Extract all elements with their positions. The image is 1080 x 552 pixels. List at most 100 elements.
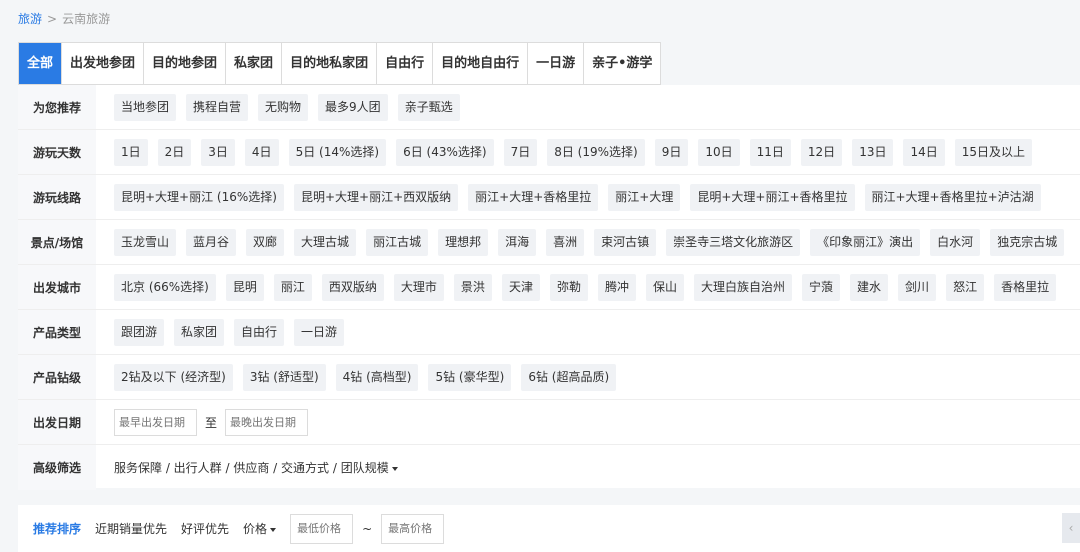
- filter-chip-city[interactable]: 怒江: [946, 273, 985, 301]
- filter-chip-recommend[interactable]: 携程自营: [186, 93, 249, 121]
- tab-destination-group[interactable]: 目的地参团: [144, 43, 227, 84]
- caret-down-icon: [391, 466, 398, 471]
- filter-chip-product-type[interactable]: 一日游: [294, 318, 345, 346]
- filter-chip-route[interactable]: 昆明+大理+丽江+西双版纳: [293, 183, 459, 211]
- filter-chip-recommend[interactable]: 当地参团: [114, 93, 177, 121]
- tab-all[interactable]: 全部: [19, 43, 63, 84]
- sort-good-reviews[interactable]: 好评优先: [181, 520, 229, 537]
- filter-row-days: 游玩天数 1日 2日 3日 4日 5日 (14%选择) 6日 (43%选择) 7日 8日 (1…: [18, 130, 1080, 175]
- filter-chip-route[interactable]: 丽江+大理: [608, 183, 681, 211]
- filter-chip-days[interactable]: 2日: [157, 138, 192, 166]
- tab-independent[interactable]: 自由行: [377, 43, 434, 84]
- breadcrumb: 旅游 > 云南旅游: [18, 10, 110, 27]
- filter-chip-days[interactable]: 10日: [698, 138, 740, 166]
- filter-label: 出发日期: [18, 400, 96, 444]
- filter-chip-route[interactable]: 丽江+大理+香格里拉: [468, 183, 599, 211]
- filter-chip-city[interactable]: 建水: [850, 273, 889, 301]
- filter-chip-spot[interactable]: 《印象丽江》演出: [810, 228, 921, 256]
- filter-chip-spot[interactable]: 洱海: [498, 228, 537, 256]
- tab-private-group[interactable]: 私家团: [226, 43, 283, 84]
- filter-chip-grade[interactable]: 5钻 (豪华型): [428, 363, 512, 391]
- filter-chip-route[interactable]: 昆明+大理+丽江+香格里拉: [690, 183, 855, 211]
- tab-departure-group[interactable]: 出发地参团: [62, 43, 145, 84]
- filter-chip-days[interactable]: 7日: [503, 138, 538, 166]
- filter-chip-product-type[interactable]: 跟团游: [114, 318, 165, 346]
- filter-chip-recommend[interactable]: 亲子甄选: [397, 93, 460, 121]
- filter-chip-spot[interactable]: 玉龙雪山: [114, 228, 177, 256]
- filter-chip-city[interactable]: 大理白族自治州: [694, 273, 793, 301]
- filter-label: 为您推荐: [18, 85, 96, 129]
- filter-chip-days[interactable]: 14日: [903, 138, 945, 166]
- advanced-filter-toggle[interactable]: 服务保障 / 出行人群 / 供应商 / 交通方式 / 团队规模: [114, 459, 398, 476]
- category-tabs: 全部 出发地参团 目的地参团 私家团 目的地私家团 自由行 目的地自由行 一日游…: [18, 42, 662, 85]
- filter-chip-spot[interactable]: 喜洲: [546, 228, 585, 256]
- filter-chip-days[interactable]: 1日: [114, 138, 148, 166]
- filter-chip-city[interactable]: 腾冲: [597, 273, 636, 301]
- filter-chip-city[interactable]: 宁蒗: [802, 273, 841, 301]
- filter-chip-recommend[interactable]: 最多9人团: [318, 93, 388, 121]
- filter-chip-product-type[interactable]: 私家团: [174, 318, 225, 346]
- filter-chip-days[interactable]: 8日 (19%选择): [547, 138, 645, 166]
- tab-destination-independent[interactable]: 目的地自由行: [433, 43, 529, 84]
- caret-down-icon: [270, 527, 277, 532]
- filter-label: 游玩线路: [18, 175, 96, 219]
- filter-chip-city[interactable]: 西双版纳: [321, 273, 384, 301]
- filter-chip-recommend[interactable]: 无购物: [258, 93, 309, 121]
- filter-chip-spot[interactable]: 崇圣寺三塔文化旅游区: [666, 228, 801, 256]
- max-price-input[interactable]: [381, 513, 445, 544]
- latest-date-input[interactable]: [225, 408, 309, 436]
- filter-chip-days[interactable]: 9日: [654, 138, 689, 166]
- earliest-date-input[interactable]: [114, 408, 197, 436]
- filter-row-departure: 出发城市 北京 (66%选择) 昆明 丽江 西双版纳 大理市 景洪 天津 弥勒 腾冲 保山 大理白族…: [18, 265, 1080, 310]
- sort-recommended[interactable]: 推荐排序: [33, 520, 81, 537]
- filter-chip-days[interactable]: 6日 (43%选择): [396, 138, 494, 166]
- tab-day-tour[interactable]: 一日游: [528, 43, 585, 84]
- filter-chip-city[interactable]: 北京 (66%选择): [114, 273, 216, 301]
- min-price-input[interactable]: [290, 513, 354, 544]
- sort-recent-sales[interactable]: 近期销量优先: [95, 520, 167, 537]
- filter-chip-days[interactable]: 12日: [800, 138, 843, 166]
- filter-chip-spot[interactable]: 双廊: [246, 228, 285, 256]
- tab-destination-private[interactable]: 目的地私家团: [282, 43, 378, 84]
- filter-chip-spot[interactable]: 白水河: [930, 228, 981, 256]
- filter-label: 景点/场馆: [18, 220, 96, 264]
- filter-chip-route[interactable]: 昆明+大理+丽江 (16%选择): [114, 183, 284, 211]
- filter-chip-city[interactable]: 昆明: [225, 273, 264, 301]
- date-range-separator: 至: [205, 415, 218, 430]
- filter-chip-spot[interactable]: 理想邦: [438, 228, 489, 256]
- filter-chip-days[interactable]: 13日: [852, 138, 894, 166]
- filter-chip-spot[interactable]: 丽江古城: [366, 228, 429, 256]
- filter-chip-grade[interactable]: 3钻 (舒适型): [242, 363, 326, 391]
- filter-row-date: 出发日期 至: [18, 400, 1080, 445]
- breadcrumb-link-travel[interactable]: 旅游: [18, 12, 42, 26]
- filter-chip-city[interactable]: 剑川: [898, 273, 937, 301]
- filter-chip-days[interactable]: 11日: [749, 138, 791, 166]
- filter-chip-grade[interactable]: 2钻及以下 (经济型): [114, 363, 233, 391]
- filter-chip-city[interactable]: 大理市: [393, 273, 444, 301]
- filter-chip-route[interactable]: 丽江+大理+香格里拉+泸沽湖: [864, 183, 1041, 211]
- chevron-left-icon[interactable]: ‹: [1062, 513, 1080, 543]
- tab-family-study[interactable]: 亲子•游学: [584, 43, 662, 84]
- filter-chip-days[interactable]: 4日: [244, 138, 279, 166]
- filter-chip-spot[interactable]: 束河古镇: [594, 228, 657, 256]
- filter-chip-days[interactable]: 5日 (14%选择): [288, 138, 387, 166]
- filter-chip-city[interactable]: 景洪: [453, 273, 492, 301]
- filter-label: 产品类型: [18, 310, 96, 354]
- filter-chip-grade[interactable]: 6钻 (超高品质): [521, 363, 617, 391]
- filter-chip-city[interactable]: 香格里拉: [994, 273, 1057, 301]
- filter-chip-spot[interactable]: 独克宗古城: [990, 228, 1065, 256]
- filter-chip-days[interactable]: 3日: [201, 138, 235, 166]
- filter-chip-days[interactable]: 15日及以上: [954, 138, 1033, 166]
- filter-chip-grade[interactable]: 4钻 (高档型): [335, 363, 419, 391]
- filter-chip-city[interactable]: 丽江: [273, 273, 312, 301]
- sort-price[interactable]: 价格: [243, 520, 277, 537]
- filter-chip-city[interactable]: 弥勒: [549, 273, 588, 301]
- filter-chip-spot[interactable]: 蓝月谷: [186, 228, 237, 256]
- filter-chip-product-type[interactable]: 自由行: [234, 318, 285, 346]
- filter-chip-spot[interactable]: 大理古城: [294, 228, 357, 256]
- filter-chip-city[interactable]: 天津: [501, 273, 540, 301]
- filter-label: 高级筛选: [18, 445, 96, 490]
- filter-label: 产品钻级: [18, 355, 96, 399]
- sort-bar: 推荐排序 近期销量优先 好评优先 价格 ~ ‹: [18, 505, 1080, 552]
- filter-chip-city[interactable]: 保山: [645, 273, 684, 301]
